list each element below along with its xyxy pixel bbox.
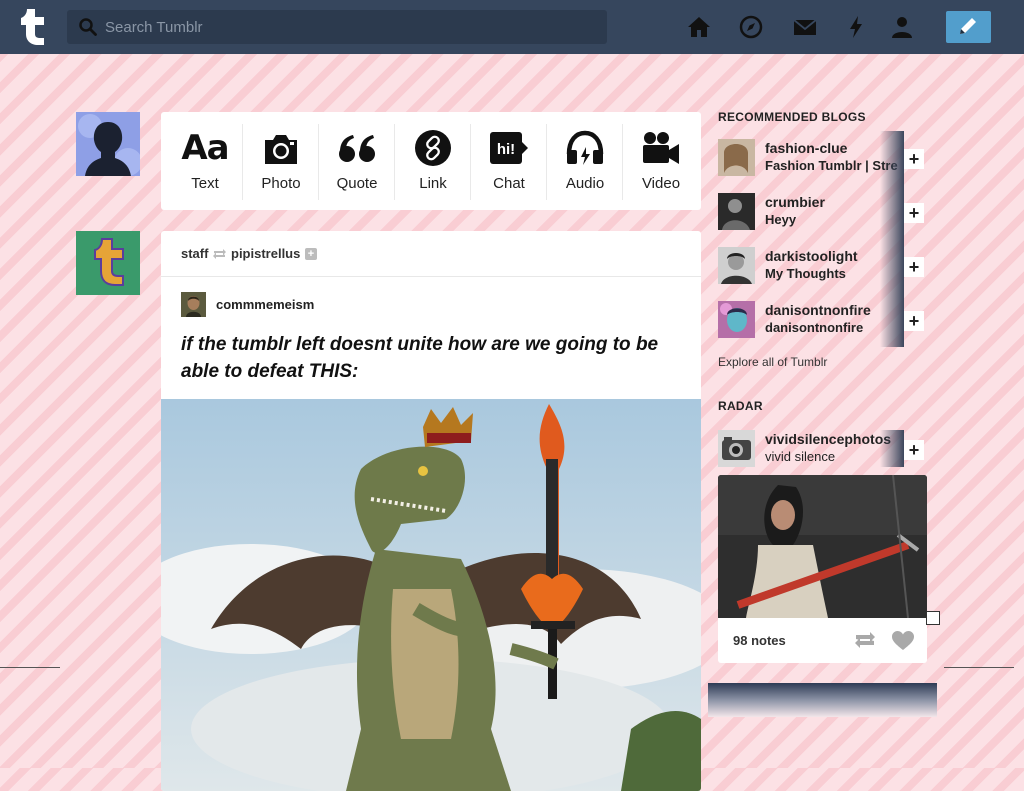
- post-type-label: Chat: [493, 175, 525, 192]
- blog-name[interactable]: danisontnonfire: [765, 302, 871, 318]
- quote-icon: [339, 135, 375, 162]
- follow-plus-icon[interactable]: +: [305, 248, 317, 260]
- recommended-blog-item[interactable]: darkistoolight My Thoughts +: [718, 239, 930, 293]
- reblogged-from-name[interactable]: pipistrellus: [231, 246, 300, 261]
- home-icon[interactable]: [686, 14, 712, 40]
- headphones-icon: [566, 130, 604, 165]
- post-header: staff pipistrellus +: [161, 231, 701, 277]
- post-type-label: Text: [191, 175, 219, 192]
- radar-post-image[interactable]: [718, 475, 927, 618]
- original-author-avatar[interactable]: [181, 292, 206, 317]
- blog-avatar[interactable]: [718, 193, 755, 230]
- blog-name[interactable]: crumbier: [765, 194, 825, 210]
- post-image[interactable]: [161, 399, 701, 791]
- reblog-icon: [213, 249, 226, 259]
- explore-icon[interactable]: [738, 14, 764, 40]
- heart-icon[interactable]: [892, 631, 914, 651]
- recommended-blog-item[interactable]: danisontnonfire danisontnonfire +: [718, 293, 930, 347]
- follow-button[interactable]: +: [904, 203, 924, 223]
- fade-overlay: [880, 185, 904, 239]
- svg-text:hi!: hi!: [497, 141, 515, 158]
- search-box[interactable]: [67, 10, 607, 44]
- fade-overlay: [880, 131, 904, 185]
- video-camera-icon: [643, 132, 679, 164]
- follow-button[interactable]: +: [904, 149, 924, 169]
- blog-avatar[interactable]: [718, 247, 755, 284]
- activity-icon[interactable]: [843, 14, 869, 40]
- post-type-label: Video: [641, 175, 681, 192]
- blog-avatar[interactable]: [718, 301, 755, 338]
- post-type-link[interactable]: Link: [395, 112, 471, 210]
- post-type-bar: Aa Text Photo Quote Link hi! Chat Audio …: [161, 112, 701, 210]
- post-title: if the tumblr left doesnt unite how are …: [181, 334, 659, 382]
- radar-title: RADAR: [718, 399, 763, 413]
- staff-avatar[interactable]: [76, 231, 140, 295]
- post-type-text[interactable]: Aa Text: [167, 112, 243, 210]
- sidebar-footer-strip: [708, 683, 937, 717]
- chat-icon: hi!: [490, 132, 528, 164]
- blog-name[interactable]: fashion-clue: [765, 140, 847, 156]
- original-author-name[interactable]: commmemeism: [216, 297, 314, 312]
- notes-count[interactable]: 98 notes: [733, 633, 786, 648]
- search-icon: [79, 18, 97, 36]
- divider-line: [0, 667, 60, 668]
- link-icon: [415, 130, 451, 166]
- follow-button[interactable]: +: [904, 311, 924, 331]
- post-type-label: Audio: [565, 175, 605, 192]
- post-type-chat[interactable]: hi! Chat: [471, 112, 547, 210]
- pencil-icon: [960, 18, 976, 34]
- compose-button[interactable]: [946, 11, 991, 43]
- text-icon: Aa: [181, 128, 229, 168]
- reblog-icon[interactable]: [854, 631, 876, 649]
- fade-overlay: [880, 293, 904, 347]
- blog-avatar[interactable]: [718, 430, 755, 467]
- fade-overlay: [880, 430, 904, 467]
- fade-overlay: [880, 239, 904, 293]
- recommended-blogs-title: RECOMMENDED BLOGS: [718, 110, 866, 124]
- blog-name[interactable]: vividsilencephotos: [765, 431, 891, 447]
- explore-all-link[interactable]: Explore all of Tumblr: [718, 355, 827, 369]
- post-type-label: Photo: [261, 175, 301, 192]
- search-input[interactable]: [105, 10, 595, 44]
- radar-post-card: 98 notes: [718, 475, 927, 663]
- keyboard-icon: [926, 611, 940, 625]
- poster-name[interactable]: staff: [181, 246, 208, 261]
- post-type-label: Quote: [336, 175, 378, 192]
- divider-line: [944, 667, 1014, 668]
- post-type-quote[interactable]: Quote: [319, 112, 395, 210]
- radar-blog-item[interactable]: vividsilencephotos vivid silence +: [718, 422, 930, 468]
- follow-button[interactable]: +: [904, 440, 924, 460]
- blog-avatar[interactable]: [718, 139, 755, 176]
- dashboard-post: staff pipistrellus + commmemeism if the …: [161, 231, 701, 791]
- post-type-photo[interactable]: Photo: [243, 112, 319, 210]
- top-nav-bar: [0, 0, 1024, 54]
- post-type-video[interactable]: Video: [623, 112, 699, 210]
- follow-button[interactable]: +: [904, 257, 924, 277]
- blog-name[interactable]: darkistoolight: [765, 248, 858, 264]
- post-type-audio[interactable]: Audio: [547, 112, 623, 210]
- messages-icon[interactable]: [792, 14, 818, 40]
- account-icon[interactable]: [889, 14, 915, 40]
- recommended-blog-item[interactable]: crumbier Heyy +: [718, 185, 930, 239]
- user-avatar[interactable]: [76, 112, 140, 176]
- tumblr-logo-icon[interactable]: [17, 7, 51, 45]
- post-type-label: Link: [419, 175, 447, 192]
- recommended-blog-item[interactable]: fashion-clue Fashion Tumblr | Stre +: [718, 131, 930, 185]
- camera-icon: [265, 135, 297, 164]
